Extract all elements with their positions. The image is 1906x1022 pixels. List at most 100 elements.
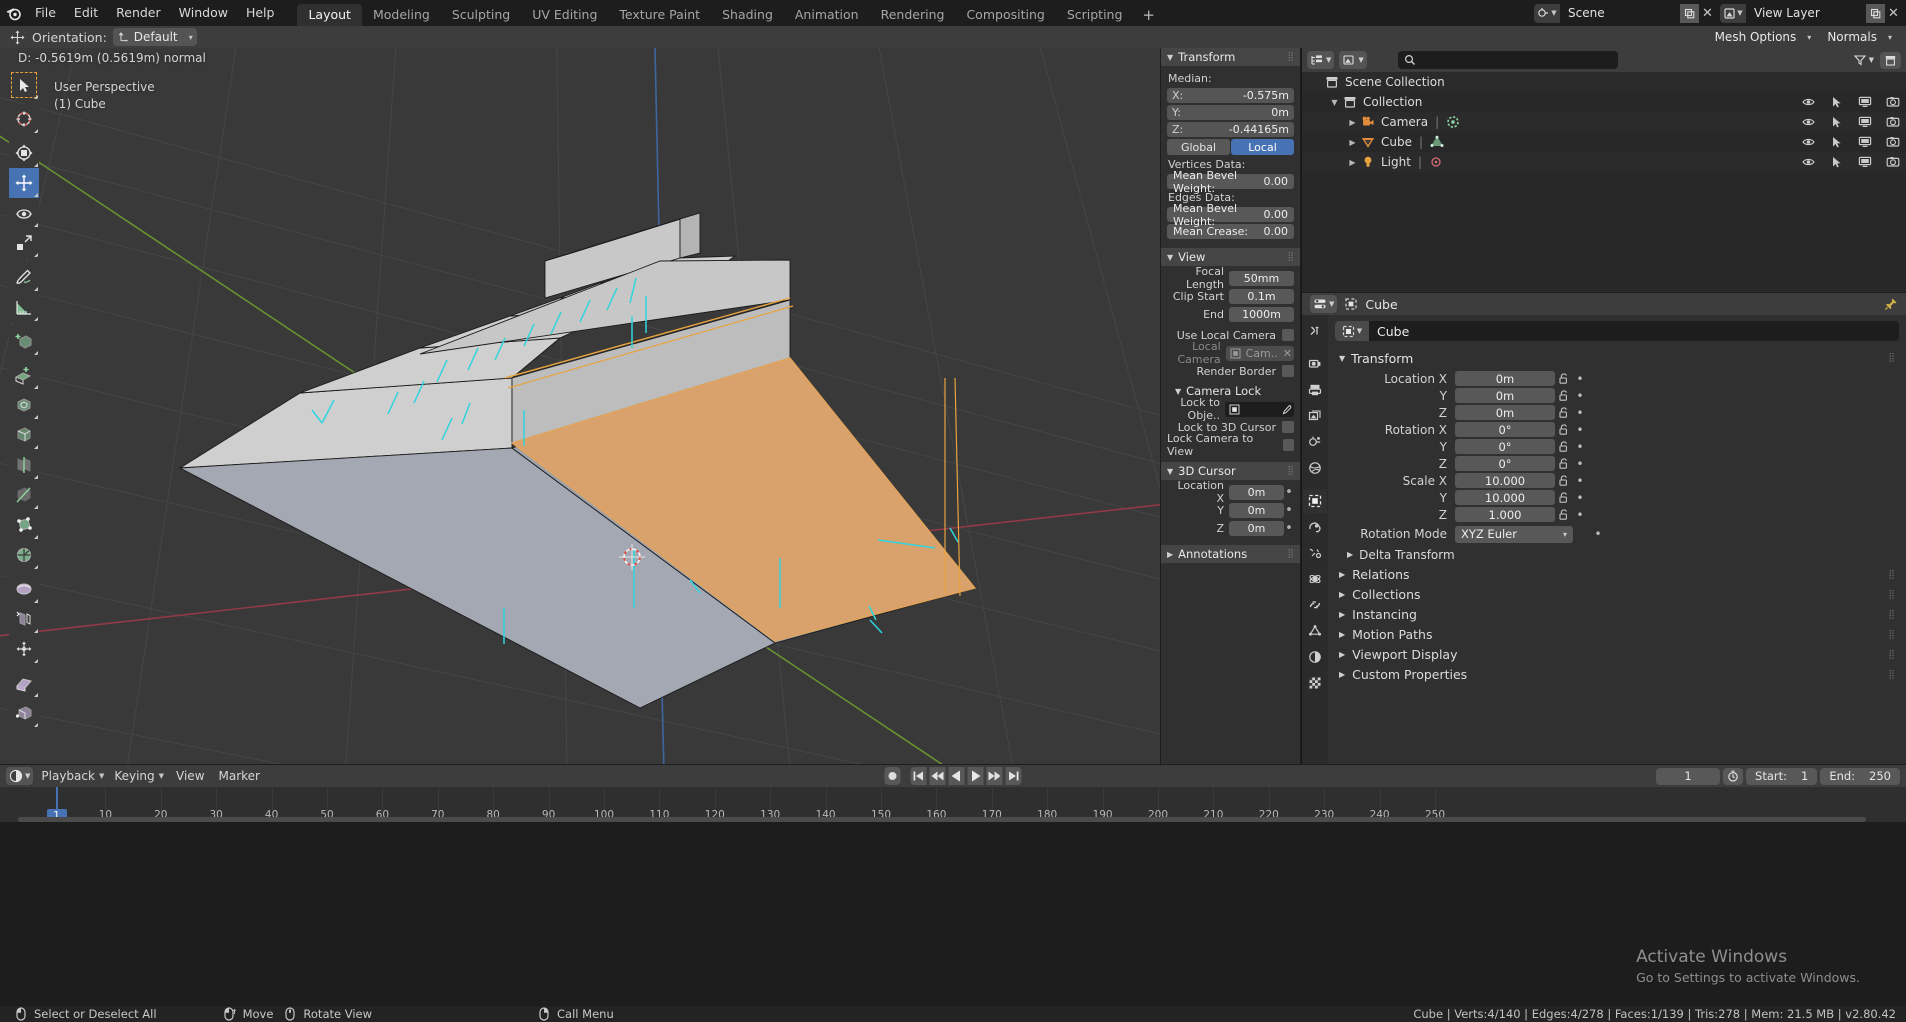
play-icon[interactable] xyxy=(967,767,984,785)
object-transform-panel-header[interactable]: ▼ Transform ⣿ xyxy=(1335,348,1899,368)
timeline-menu-marker[interactable]: Marker xyxy=(212,767,267,785)
clear-local-camera-icon[interactable]: ✕ xyxy=(1283,347,1294,360)
cursor-tool[interactable] xyxy=(9,104,39,134)
chevron-right-icon[interactable]: ▶ xyxy=(1346,138,1359,147)
knife-tool[interactable] xyxy=(9,480,39,510)
outliner-display-mode-button[interactable]: ▼ xyxy=(1339,51,1367,69)
timeline-track-area[interactable]: 10 20 30 40 50 60 70 80 90 100 110 120 130 140 150 160 1… xyxy=(0,787,1906,822)
shrink-fatten-tool[interactable] xyxy=(9,634,39,664)
new-scene-button[interactable] xyxy=(1680,3,1699,23)
lock-icon[interactable] xyxy=(1555,474,1573,487)
animate-property-dot[interactable]: • xyxy=(1573,423,1587,437)
object-name-value[interactable]: Cube xyxy=(1369,324,1409,339)
object-tab[interactable] xyxy=(1303,489,1327,513)
render-border-checkbox[interactable] xyxy=(1282,365,1294,377)
lock-icon[interactable] xyxy=(1555,457,1573,470)
annotate-tool[interactable] xyxy=(9,262,39,292)
transform-row-value[interactable]: 0m xyxy=(1455,388,1555,403)
edge-mean-crease-field[interactable]: Mean Crease: 0.00 xyxy=(1167,224,1294,239)
move-transform-tool[interactable] xyxy=(9,138,39,168)
lock-icon[interactable] xyxy=(1555,372,1573,385)
transform-row-value[interactable]: 0° xyxy=(1455,439,1555,454)
current-frame-field[interactable]: 1 xyxy=(1656,767,1721,785)
frame-range-fields[interactable]: Start: 1 xyxy=(1746,767,1818,785)
menu-file[interactable]: File xyxy=(26,0,65,26)
3d-cursor-panel-header[interactable]: ▼ 3D Cursor ⣿ xyxy=(1161,462,1300,480)
panel-motion-paths[interactable]: ▶ Motion Paths ⣿ xyxy=(1335,625,1899,644)
delta-transform-subpanel[interactable]: ▶ Delta Transform xyxy=(1335,545,1899,564)
eyedropper-icon[interactable] xyxy=(1281,404,1294,415)
eye-icon[interactable] xyxy=(1802,155,1816,169)
cursor-select-icon[interactable] xyxy=(1830,95,1844,109)
panel-viewport-display[interactable]: ▶ Viewport Display ⣿ xyxy=(1335,645,1899,664)
transform-row-value[interactable]: 0° xyxy=(1455,422,1555,437)
menu-render[interactable]: Render xyxy=(107,0,170,26)
global-space-button[interactable]: Global xyxy=(1167,139,1230,155)
animate-property-dot[interactable]: • xyxy=(1284,503,1294,518)
cursor-location-value[interactable]: 0m xyxy=(1229,502,1284,518)
start-frame-value[interactable]: 1 xyxy=(1801,769,1808,783)
jump-end-icon[interactable] xyxy=(1005,767,1022,785)
median-field-y[interactable]: Y: 0m xyxy=(1167,105,1294,120)
pin-icon[interactable] xyxy=(1884,297,1898,311)
physics-tab[interactable] xyxy=(1303,567,1327,591)
add-cube-tool[interactable] xyxy=(9,326,39,356)
transform-row-value[interactable]: 0° xyxy=(1455,456,1555,471)
workspace-tab-shading[interactable]: Shading xyxy=(711,4,784,26)
local-camera-value[interactable]: Cam.. xyxy=(1246,347,1278,360)
timeline-menu-keying[interactable]: Keying ▼ xyxy=(109,767,169,785)
workspace-tab-animation[interactable]: Animation xyxy=(784,4,870,26)
workspace-tab-texture-paint[interactable]: Texture Paint xyxy=(608,4,711,26)
auto-keying-icon[interactable] xyxy=(1723,767,1744,785)
animate-property-dot[interactable]: • xyxy=(1573,491,1587,505)
clip-end-value[interactable]: 1000m xyxy=(1229,306,1294,322)
transform-row-value[interactable]: 0m xyxy=(1455,371,1555,386)
view-layer-selector[interactable]: ▼ View Layer ✕ xyxy=(1720,3,1902,23)
panel-custom-properties[interactable]: ▶ Custom Properties ⣿ xyxy=(1335,665,1899,684)
view-layer-tab[interactable] xyxy=(1303,404,1327,428)
transform-row-value[interactable]: 1.000 xyxy=(1455,507,1555,522)
menu-help[interactable]: Help xyxy=(237,0,284,26)
menu-edit[interactable]: Edit xyxy=(65,0,107,26)
lock-icon[interactable] xyxy=(1555,491,1573,504)
view-layer-name[interactable]: View Layer xyxy=(1746,3,1866,23)
edge-mean-bevel-weight-field[interactable]: Mean Bevel Weight: 0.00 xyxy=(1167,202,1294,228)
render-tab[interactable] xyxy=(1303,352,1327,376)
cursor-location-value[interactable]: 0m xyxy=(1229,520,1284,536)
cursor-select-icon[interactable] xyxy=(1830,115,1844,129)
properties-editor-type-button[interactable]: ▼ xyxy=(1310,295,1338,313)
transform-panel-header[interactable]: ▼ Transform ⣿ xyxy=(1161,48,1300,66)
tool-tab[interactable] xyxy=(1303,319,1327,343)
workspace-tab-scripting[interactable]: Scripting xyxy=(1056,4,1134,26)
timeline-editor-type-button[interactable]: ▼ xyxy=(6,767,34,785)
chevron-right-icon[interactable]: ▶ xyxy=(1346,118,1359,127)
clip-start-value[interactable]: 0.1m xyxy=(1229,288,1294,304)
eye-icon[interactable] xyxy=(1802,95,1816,109)
lock-icon[interactable] xyxy=(1555,508,1573,521)
animate-property-dot[interactable]: • xyxy=(1573,406,1587,420)
prev-keyframe-icon[interactable] xyxy=(929,767,946,785)
panel-collections[interactable]: ▶ Collections ⣿ xyxy=(1335,585,1899,604)
edge-slide-tool[interactable] xyxy=(9,604,39,634)
mesh-data-icon[interactable] xyxy=(1430,135,1444,149)
screen-icon[interactable] xyxy=(1858,135,1872,149)
outliner-row-collection[interactable]: ▼ Collection xyxy=(1302,92,1906,112)
3d-viewport[interactable]: D: -0.5619m (0.5619m) normal User Perspe… xyxy=(0,48,1300,764)
lock-to-3d-cursor-checkbox[interactable] xyxy=(1282,421,1294,433)
outliner-row-light[interactable]: ▶ Light | xyxy=(1302,152,1906,172)
move-tool[interactable] xyxy=(9,168,39,198)
rotation-mode-dropdown[interactable]: XYZ Euler ▾ xyxy=(1455,525,1573,543)
workspace-tab-sculpting[interactable]: Sculpting xyxy=(441,4,521,26)
spin-tool[interactable] xyxy=(9,540,39,570)
use-local-camera-checkbox[interactable] xyxy=(1282,329,1294,341)
rip-region-tool[interactable] xyxy=(9,698,39,728)
workspace-tab-uv-editing[interactable]: UV Editing xyxy=(521,4,608,26)
workspace-tab-layout[interactable]: Layout xyxy=(297,4,362,26)
lock-camera-to-view-checkbox[interactable] xyxy=(1282,439,1294,451)
normals-dropdown[interactable]: Normals ▾ xyxy=(1823,28,1896,46)
extrude-region-tool[interactable] xyxy=(9,360,39,390)
cursor-select-icon[interactable] xyxy=(1830,155,1844,169)
animate-property-dot[interactable]: • xyxy=(1573,372,1587,386)
new-view-layer-button[interactable] xyxy=(1866,3,1885,23)
screen-icon[interactable] xyxy=(1858,95,1872,109)
